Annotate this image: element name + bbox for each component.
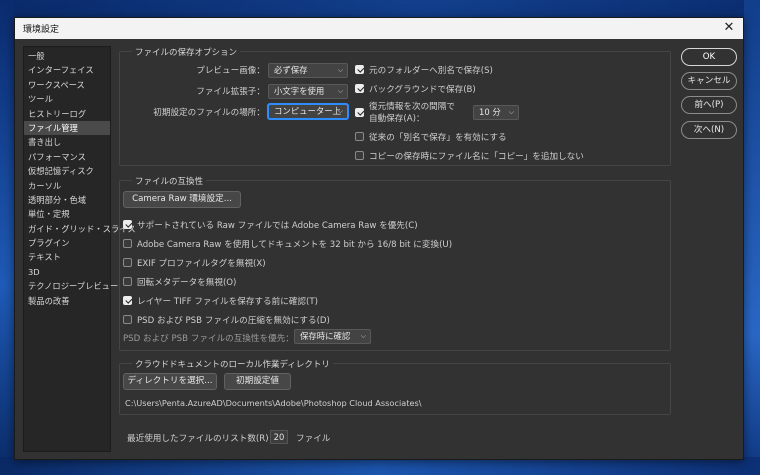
preview-value: 必ず保存 [274, 65, 308, 75]
camera-raw-preferences-button[interactable]: Camera Raw 環境設定... [123, 191, 241, 208]
maximize-compat-label: PSD および PSB ファイルの互換性を優先： [123, 334, 294, 344]
maximize-compat-value: 保存時に確認 [300, 331, 351, 341]
choose-directory-button[interactable]: ディレクトリを選択... [123, 373, 217, 390]
sidebar-item[interactable]: 書き出し [24, 135, 110, 149]
compat-option-label: PSD および PSB ファイルの圧縮を無効にする(D) [137, 316, 330, 326]
chevron-down-icon: ⌵ [337, 107, 343, 115]
preview-label: プレビュー画像： [196, 66, 265, 76]
desktop-background [0, 0, 14, 475]
recent-files-input[interactable]: 20 [270, 430, 288, 444]
sidebar-item[interactable]: パフォーマンス [24, 150, 110, 164]
sidebar-item[interactable]: 3D [24, 265, 110, 279]
auto-recovery-label-line2: 自動保存(A)： [369, 114, 425, 124]
window-title: 環境設定 [23, 25, 60, 35]
sidebar-item[interactable]: ガイド・グリッド・スライス [24, 222, 136, 236]
auto-recovery-interval-select[interactable]: 10 分 ⌵ [473, 105, 519, 120]
location-value: コンピューター上 [274, 106, 341, 116]
sidebar-item[interactable]: 透明部分・色域 [24, 193, 110, 207]
title-bar: 環境設定 ✕ [15, 18, 743, 39]
background-save-checkbox[interactable] [355, 84, 364, 93]
chevron-down-icon: ⌵ [337, 87, 343, 95]
legacy-save-as-label: 従来の「別名で保存」を有効にする [369, 133, 507, 143]
sidebar-item[interactable]: 単位・定規 [24, 207, 110, 221]
sidebar-item[interactable]: ツール [24, 92, 110, 106]
save-options-title: ファイルの保存オプション [132, 46, 241, 58]
extension-label: ファイル拡張子： [196, 87, 265, 97]
compat-option-label: サポートされている Raw ファイルでは Adobe Camera Raw を優… [137, 221, 418, 231]
compat-option-label: レイヤー TIFF ファイルを保存する前に確認(T) [137, 297, 318, 307]
original-folder-checkbox[interactable] [355, 65, 364, 74]
compat-option-checkbox[interactable] [123, 315, 132, 324]
extension-select[interactable]: 小文字を使用 ⌵ [268, 84, 348, 99]
chevron-down-icon: ⌵ [360, 332, 366, 340]
auto-recovery-label-line1: 復元情報を次の間隔で [369, 102, 455, 112]
original-folder-label: 元のフォルダーへ別名で保存(S) [369, 66, 493, 76]
location-select[interactable]: コンピューター上 ⌵ [268, 104, 348, 119]
compat-option-checkbox[interactable] [123, 258, 132, 267]
sidebar-item[interactable]: テキスト [24, 250, 110, 264]
sidebar-item[interactable]: テクノロジープレビュー [24, 279, 118, 293]
desktop-background-right [744, 0, 760, 475]
sidebar: 一般 インターフェイス ワークスペース ツール ヒストリーログ ファイル管理 書き出し パフォ… [23, 46, 136, 452]
copy-suffix-checkbox[interactable] [355, 151, 364, 160]
sidebar-item[interactable]: ヒストリーログ [24, 107, 110, 121]
compat-option-checkbox[interactable] [123, 277, 132, 286]
auto-recovery-checkbox[interactable] [355, 108, 364, 117]
location-label: 初期設定のファイルの場所： [153, 108, 265, 118]
recent-files-label: 最近使用したファイルのリスト数(R)： [127, 434, 278, 444]
next-button[interactable]: 次へ(N) [681, 121, 737, 139]
ok-button[interactable]: OK [681, 48, 737, 66]
sidebar-item[interactable]: ワークスペース [24, 78, 110, 92]
sidebar-item[interactable]: インターフェイス [24, 63, 110, 77]
cloud-directory-path: C:\Users\Penta.AzureAD\Documents\Adobe\P… [125, 398, 422, 408]
recent-files-unit: ファイル [296, 434, 331, 444]
background-save-label: バックグラウンドで保存(B) [369, 85, 476, 95]
chevron-down-icon: ⌵ [337, 66, 343, 74]
compat-option-label: Adobe Camera Raw を使用してドキュメントを 32 bit から … [137, 240, 453, 250]
legacy-save-as-checkbox[interactable] [355, 132, 364, 141]
compat-option-checkbox[interactable] [123, 296, 132, 305]
sidebar-item[interactable]: 仮想記憶ディスク [24, 164, 110, 178]
sidebar-item[interactable]: 一般 [24, 49, 110, 63]
sidebar-item[interactable]: カーソル [24, 179, 110, 193]
auto-recovery-interval-value: 10 分 [479, 107, 501, 117]
compat-option-label: EXIF プロファイルタグを無視(X) [137, 259, 266, 269]
sidebar-item[interactable]: ファイル管理 [24, 120, 110, 136]
cloud-documents-title: クラウドドキュメントのローカル作業ディレクトリ [132, 358, 333, 370]
sidebar-item[interactable]: プラグイン [24, 236, 110, 250]
compat-option-label: 回転メタデータを無視(O) [137, 278, 237, 288]
default-directory-button[interactable]: 初期設定値 [224, 373, 291, 390]
preferences-dialog: 環境設定 ✕ 一般 インターフェイス ワークスペース ツール ヒストリーログ ファイル管理… [14, 17, 744, 460]
copy-suffix-label: コピーの保存時にファイル名に「コピー」を追加しない [369, 152, 584, 162]
maximize-compat-select[interactable]: 保存時に確認 ⌵ [294, 329, 371, 344]
close-icon[interactable]: ✕ [721, 20, 737, 36]
chevron-down-icon: ⌵ [508, 108, 514, 116]
prev-button[interactable]: 前へ(P) [681, 96, 737, 114]
compat-option-checkbox[interactable] [123, 239, 132, 248]
cancel-button[interactable]: キャンセル [681, 72, 737, 90]
compat-option-checkbox[interactable] [123, 220, 132, 229]
compatibility-title: ファイルの互換性 [132, 175, 207, 187]
preview-select[interactable]: 必ず保存 ⌵ [268, 63, 348, 78]
extension-value: 小文字を使用 [274, 86, 325, 96]
sidebar-item[interactable]: 製品の改善 [24, 294, 110, 308]
